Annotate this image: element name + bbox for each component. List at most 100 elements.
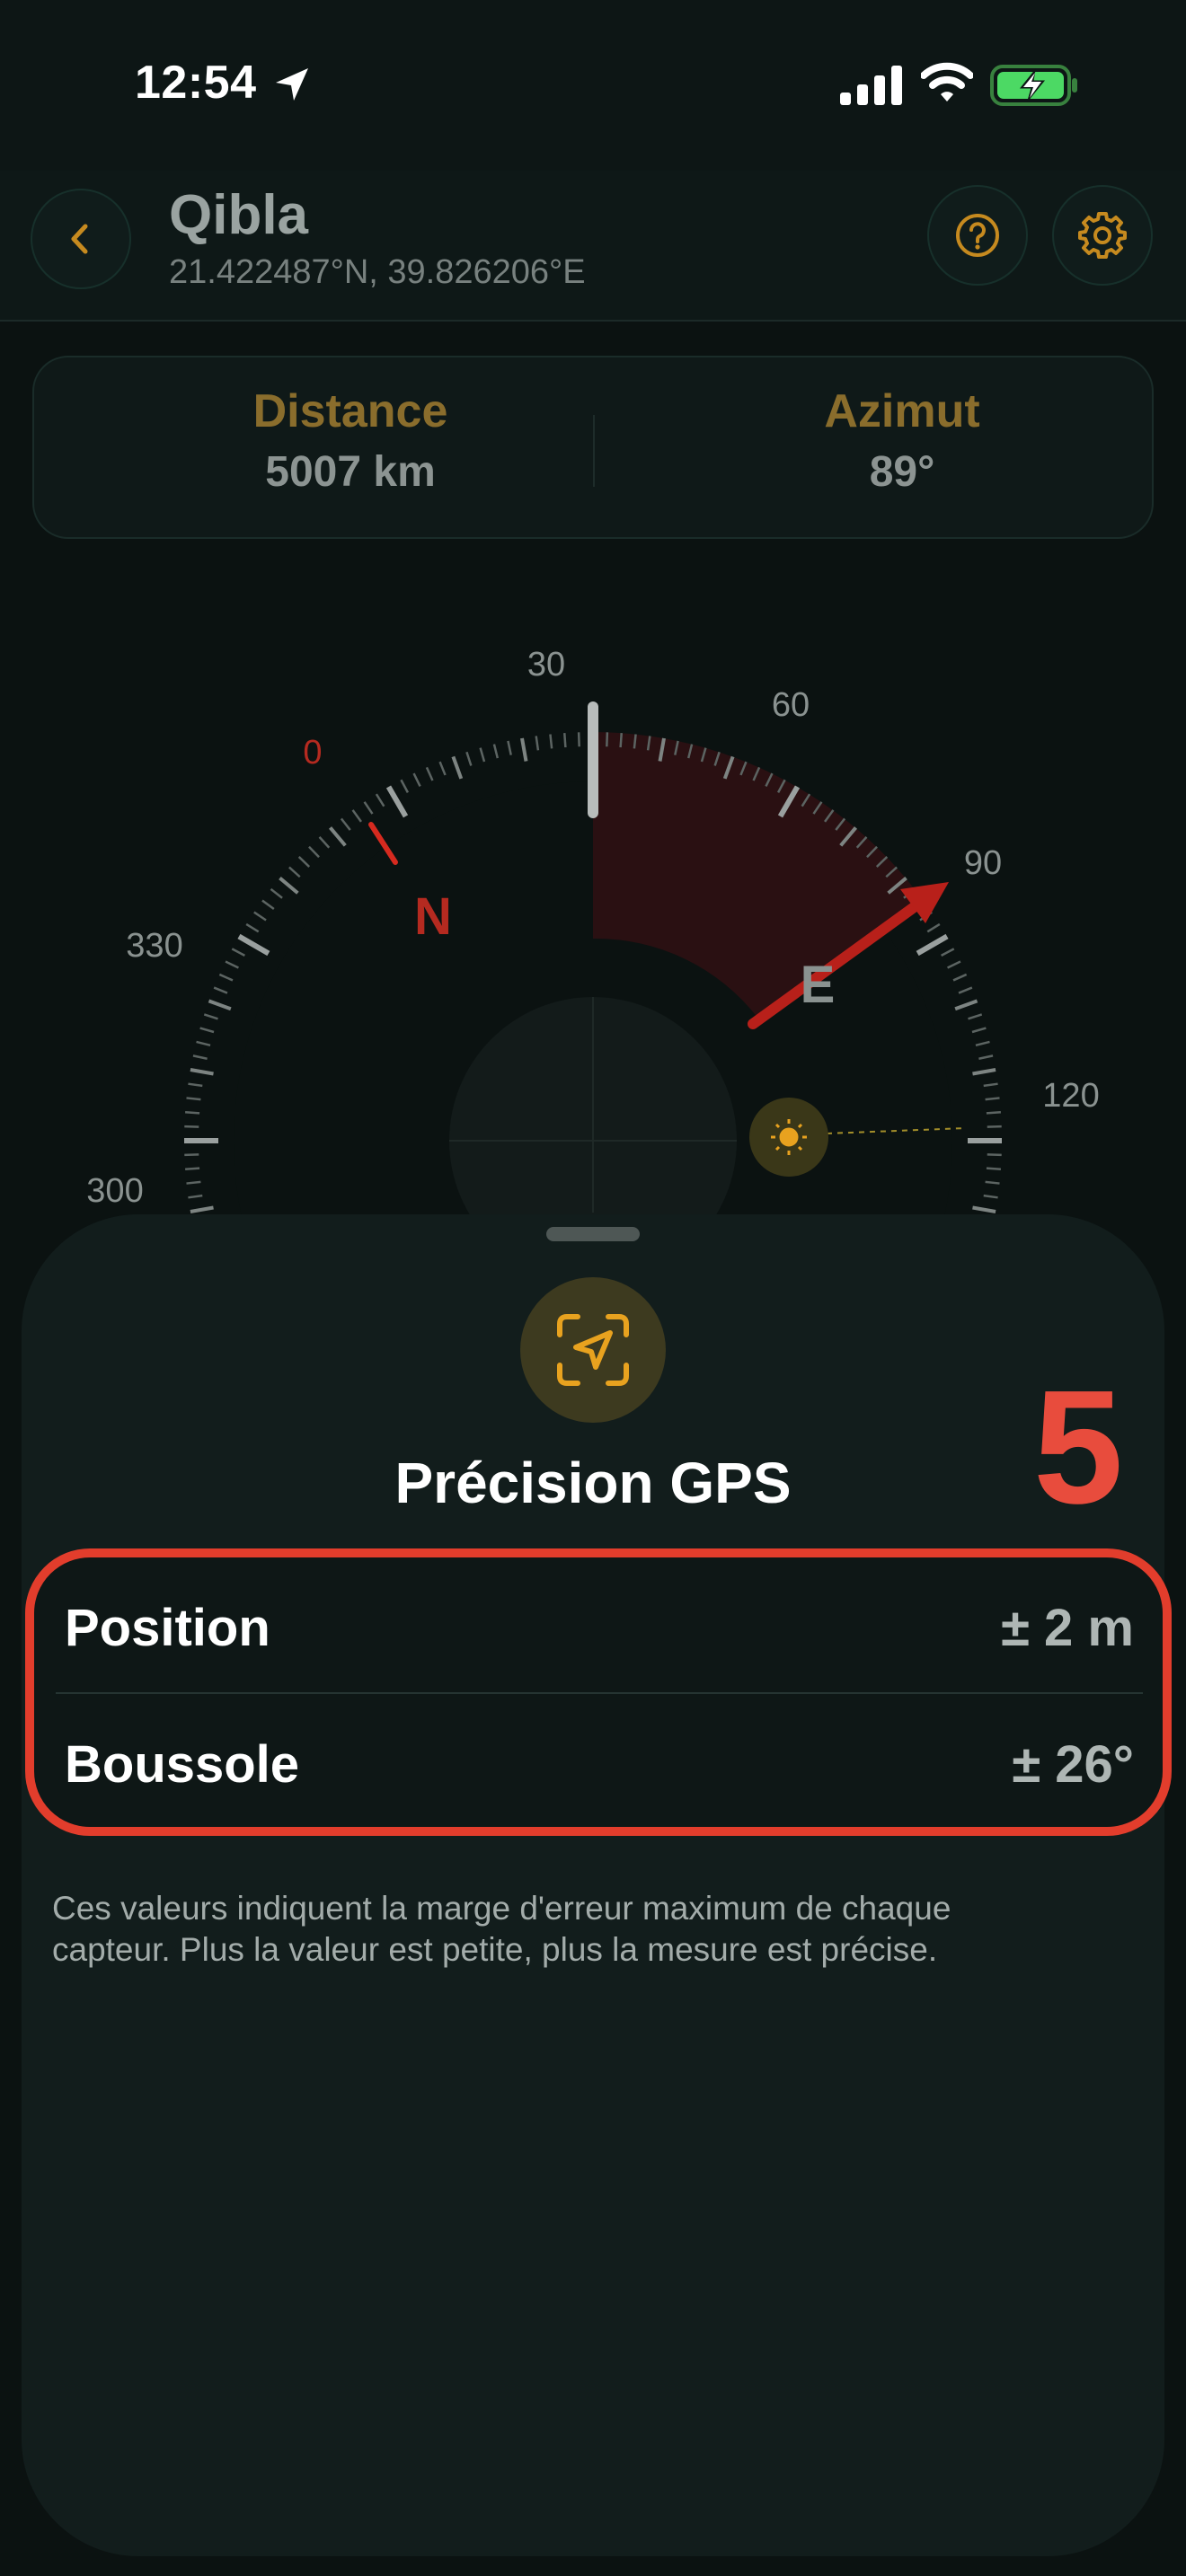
compass-dial: 30 60 90 120 300 330 0 N E — [86, 646, 1100, 1222]
compass-tick — [916, 933, 949, 957]
coordinates-text: 21.422487°N, 39.826206°E — [169, 253, 586, 291]
compass-tick — [983, 1194, 998, 1199]
compass-tick — [947, 960, 961, 969]
compass-tick — [237, 933, 270, 957]
azimuth-block: Azimut 89° — [651, 384, 1154, 497]
battery-charging-icon — [990, 65, 1077, 106]
compass-tick — [253, 911, 267, 922]
compass-tick — [952, 973, 968, 982]
compass-tick — [985, 1097, 1000, 1101]
compass-tick — [213, 986, 228, 994]
compass-tick — [972, 1068, 996, 1076]
cardinal-east: E — [801, 956, 836, 1014]
compass-tick — [261, 899, 275, 910]
compass-tick — [987, 1153, 1002, 1157]
accuracy-list: Position ± 2 m Boussole ± 26° — [25, 1548, 1172, 1836]
compass-tick — [297, 856, 311, 868]
compass-tick — [270, 887, 283, 899]
cardinal-north: N — [414, 887, 452, 946]
question-circle-icon — [956, 214, 999, 257]
compass-tick — [520, 737, 528, 762]
compass-tick — [438, 761, 447, 776]
distance-value: 5007 km — [265, 448, 436, 496]
compass-tick — [619, 733, 623, 748]
compass-tick — [507, 740, 512, 755]
compass-tick — [968, 1013, 983, 1020]
compass-tick — [188, 1194, 203, 1199]
compass-tick — [184, 1153, 199, 1157]
azimuth-label: Azimut — [824, 385, 980, 437]
compass-tick — [245, 922, 260, 933]
tick-label-120: 120 — [1042, 1077, 1099, 1115]
tick-label-90: 90 — [964, 844, 1002, 882]
cellular-signal-icon — [840, 66, 902, 105]
sheet-icon-badge — [520, 1277, 666, 1423]
compass-tick — [186, 1097, 201, 1101]
row-divider — [56, 1692, 1143, 1694]
help-button[interactable] — [927, 185, 1028, 286]
compass-tick — [188, 1082, 203, 1088]
distance-azimuth-card: Distance 5007 km Azimut 89° — [32, 356, 1154, 539]
sheet-grabber[interactable] — [546, 1227, 640, 1241]
compass-tick — [279, 876, 299, 895]
compass-tick — [208, 999, 232, 1011]
compass-tick — [199, 1027, 215, 1034]
compass-accuracy-row: Boussole ± 26° — [65, 1701, 1134, 1827]
sheet-title: Précision GPS — [394, 1451, 792, 1515]
location-focus-icon — [557, 1314, 629, 1386]
compass-tick — [375, 793, 385, 807]
info-divider — [593, 415, 595, 487]
position-value: ± 2 m — [1001, 1598, 1134, 1657]
compass-tick — [225, 960, 239, 969]
compass-tick — [203, 1013, 218, 1020]
tick-label-60: 60 — [772, 686, 810, 724]
compass-tick — [492, 744, 500, 759]
compass-label: Boussole — [65, 1734, 300, 1794]
compass-tick — [318, 836, 331, 849]
compass-tick — [978, 1054, 994, 1060]
back-button[interactable] — [31, 189, 131, 289]
position-accuracy-row: Position ± 2 m — [65, 1565, 1134, 1690]
compass-tick — [308, 845, 320, 859]
compass-tick — [633, 734, 637, 749]
compass-tick — [985, 1180, 1000, 1185]
compass-tick — [192, 1054, 208, 1060]
compass-tick — [954, 999, 978, 1011]
compass-tick — [926, 922, 941, 933]
qibla-screen: 12:54 Qibla 21.422487°N, 39.826206°E Dis… — [0, 0, 1186, 2576]
settings-button[interactable] — [1052, 185, 1153, 286]
compass-tick — [400, 779, 410, 793]
compass-tick — [425, 766, 434, 781]
compass-tick — [412, 772, 421, 787]
compass-tick — [184, 1125, 199, 1128]
compass-tick — [941, 948, 955, 957]
tick-label-300: 300 — [86, 1172, 143, 1210]
distance-block: Distance 5007 km — [99, 384, 602, 497]
compass-tick — [987, 1125, 1002, 1128]
tick-label-0: 0 — [303, 734, 322, 772]
compass-tick — [983, 1082, 998, 1088]
gps-precision-sheet: Précision GPS 5 Position ± 2 m Boussole … — [22, 1214, 1172, 2556]
compass-tick — [606, 732, 609, 747]
accuracy-explanation: Ces valeurs indiquent la marge d'erreur … — [52, 1890, 951, 1968]
compass-tick — [328, 826, 347, 847]
compass-tick — [971, 1027, 987, 1034]
compass-tick — [186, 1180, 201, 1185]
compass-tick — [451, 755, 464, 780]
gear-icon — [1078, 212, 1127, 259]
compass-tick — [563, 733, 567, 748]
distance-label: Distance — [252, 385, 448, 437]
step-number-annotation: 5 — [1033, 1357, 1124, 1538]
compass-tick — [479, 747, 486, 763]
position-label: Position — [65, 1598, 270, 1657]
compass-tick — [577, 732, 580, 747]
chevron-left-icon — [71, 224, 88, 254]
compass-tick — [986, 1111, 1001, 1115]
compass-tick — [231, 948, 245, 957]
compass-tick — [185, 1111, 200, 1115]
tick-label-330: 330 — [126, 927, 182, 965]
wifi-icon — [921, 62, 973, 101]
compass-tick — [958, 986, 973, 994]
page-title: Qibla — [169, 184, 309, 246]
compass-tick — [465, 751, 473, 766]
